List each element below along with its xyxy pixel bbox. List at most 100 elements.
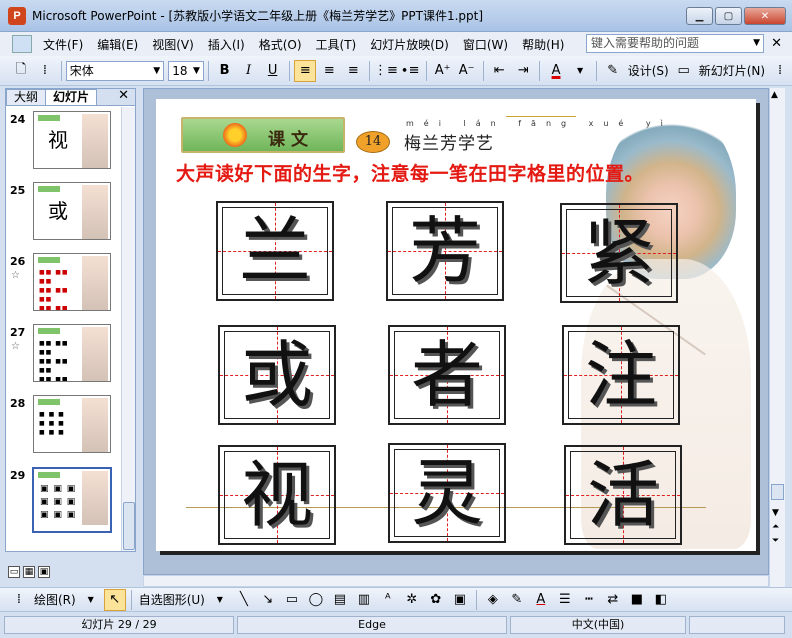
clipart-icon[interactable]: ✿ (425, 589, 447, 611)
menu-file[interactable]: 文件(F) (36, 36, 90, 53)
diagram-icon[interactable]: ✲ (401, 589, 423, 611)
select-pointer-icon[interactable]: ↖ (103, 588, 126, 611)
slide-number: 26 (10, 255, 26, 268)
underline-icon[interactable]: U (262, 60, 284, 82)
scrollbar-thumb[interactable] (123, 502, 135, 550)
slide-sorter-icon[interactable]: ▦ (23, 566, 35, 578)
view-buttons: ▭ ▦ ▣ (8, 566, 50, 578)
font-size-select[interactable]: 18 ▼ (168, 60, 204, 81)
bulleted-list-icon[interactable]: ∙≡ (399, 60, 421, 82)
window-controls: ▁ ▢ ✕ (686, 7, 786, 25)
separator (369, 60, 370, 81)
chevron-down-icon[interactable]: ▼ (569, 60, 591, 82)
design-button[interactable]: 设计(S) (628, 62, 669, 79)
increase-font-icon[interactable]: A⁺ (432, 60, 454, 82)
character-grid-cell: 者 (388, 325, 506, 425)
arrow-icon[interactable]: ↘ (257, 589, 279, 611)
horizontal-scrollbar[interactable] (143, 575, 769, 587)
align-left-icon[interactable]: ≡ (294, 59, 317, 82)
new-slide-icon[interactable]: ▭ (673, 60, 695, 82)
slides-pane-scrollbar[interactable] (121, 107, 135, 551)
new-slide-button[interactable]: 新幻灯片(N) (699, 62, 765, 79)
menu-edit[interactable]: 编辑(E) (90, 36, 145, 53)
scroll-down-icon[interactable]: ▼ (772, 508, 779, 518)
line-color-icon[interactable]: ✎ (506, 589, 528, 611)
previous-slide-icon[interactable]: ⏶ (772, 522, 779, 532)
close-document-icon[interactable]: ✕ (771, 36, 782, 51)
banner-label: 课文 (268, 130, 314, 150)
thumbnail-image: 或 (33, 182, 111, 240)
thumbnail-figure (82, 185, 108, 239)
thumbnail-image: 视 (33, 111, 111, 169)
design-icon[interactable]: ✎ (602, 60, 624, 82)
vertical-textbox-icon[interactable]: ▥ (353, 589, 375, 611)
align-center-icon[interactable]: ≡ (318, 60, 340, 82)
thumbnail-figure (82, 398, 108, 452)
numbered-list-icon[interactable]: ⋮≡ (374, 60, 398, 82)
scroll-up-icon[interactable]: ▲ (771, 90, 778, 100)
close-window-button[interactable]: ✕ (744, 7, 786, 25)
font-color-icon[interactable]: A (530, 589, 552, 611)
chevron-down-icon[interactable]: ▼ (209, 589, 231, 611)
draw-menu-button[interactable]: 绘图(R) (34, 591, 76, 608)
chevron-down-icon[interactable]: ▼ (753, 35, 760, 52)
italic-icon[interactable]: I (238, 60, 260, 82)
tab-outline[interactable]: 大纲 (6, 89, 47, 105)
dash-style-icon[interactable]: ┅ (578, 589, 600, 611)
chevron-down-icon[interactable]: ▼ (193, 62, 200, 80)
next-slide-icon[interactable]: ⏷ (772, 536, 779, 546)
language-indicator: 中文(中国) (510, 616, 686, 634)
3d-icon[interactable]: ◧ (650, 589, 672, 611)
separator (130, 589, 132, 610)
menu-insert[interactable]: 插入(I) (201, 36, 252, 53)
help-search-input[interactable]: 键入需要帮助的问题 ▼ (586, 34, 764, 53)
autoshapes-button[interactable]: 自选图形(U) (139, 591, 205, 608)
arrow-style-icon[interactable]: ⇄ (602, 589, 624, 611)
increase-indent-icon[interactable]: ⇥ (512, 60, 534, 82)
character: 或 (240, 333, 313, 417)
close-pane-icon[interactable]: ✕ (118, 88, 129, 103)
picture-icon[interactable]: ▣ (449, 589, 471, 611)
menu-window[interactable]: 窗口(W) (456, 36, 515, 53)
tab-slides[interactable]: 幻灯片 (45, 89, 98, 105)
font-color-icon[interactable]: A (545, 60, 567, 82)
slide-canvas[interactable]: 课文 14 méi lán fāng xué yì 梅兰芳学艺 大声读好下面的生… (156, 99, 756, 551)
character-grid-cell: 紧 (560, 203, 678, 303)
wordart-icon[interactable]: ᴬ (377, 589, 399, 611)
character-grid-cell: 或 (218, 325, 336, 425)
line-icon[interactable]: ╲ (233, 589, 255, 611)
line-style-icon[interactable]: ☰ (554, 589, 576, 611)
powerpoint-app-icon[interactable]: P (8, 6, 26, 25)
textbox-icon[interactable]: ▤ (329, 589, 351, 611)
menu-slideshow[interactable]: 幻灯片放映(D) (363, 36, 456, 53)
decrease-indent-icon[interactable]: ⇤ (488, 60, 510, 82)
chevron-down-icon[interactable]: ▼ (80, 589, 102, 611)
align-right-icon[interactable]: ≡ (342, 60, 364, 82)
slideshow-icon[interactable]: ▣ (38, 566, 50, 578)
slide-number: 24 (10, 113, 26, 126)
shadow-icon[interactable]: ■ (626, 589, 648, 611)
bold-icon[interactable]: B (214, 60, 236, 82)
thumbnail-char: 或 (48, 199, 68, 223)
toolbar-options-icon[interactable]: ⁞ (34, 60, 56, 82)
scrollbar-thumb[interactable] (771, 484, 784, 500)
new-document-icon[interactable]: 🗋 (10, 60, 32, 82)
oval-icon[interactable]: ◯ (305, 589, 327, 611)
maximize-button[interactable]: ▢ (715, 7, 742, 25)
menu-help[interactable]: 帮助(H) (515, 36, 571, 53)
menu-tools[interactable]: 工具(T) (309, 36, 364, 53)
normal-view-icon[interactable]: ▭ (8, 566, 20, 578)
chevron-down-icon[interactable]: ▼ (153, 62, 160, 80)
fill-color-icon[interactable]: ◈ (482, 589, 504, 611)
document-icon[interactable] (12, 35, 32, 53)
minimize-button[interactable]: ▁ (686, 7, 713, 25)
character-grid-cell: 灵 (388, 443, 506, 543)
character-grid-cell: 兰 (216, 201, 334, 301)
menu-view[interactable]: 视图(V) (145, 36, 201, 53)
slide-scrollbar[interactable]: ▲ ▼ ⏶ ⏷ (769, 88, 785, 588)
decrease-font-icon[interactable]: A⁻ (456, 60, 478, 82)
rectangle-icon[interactable]: ▭ (281, 589, 303, 611)
menu-format[interactable]: 格式(O) (252, 36, 309, 53)
font-name-select[interactable]: 宋体 ▼ (65, 60, 165, 81)
toolbar-options-icon[interactable]: ⁞ (769, 60, 791, 82)
